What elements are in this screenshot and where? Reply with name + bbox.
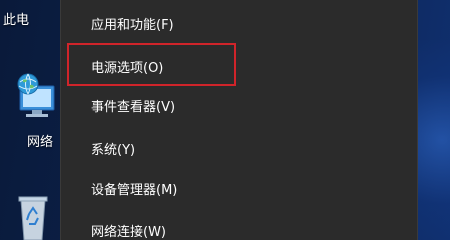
power-options-highlight-box — [67, 43, 236, 86]
desktop-icon-network-label[interactable]: 网络 — [27, 131, 53, 150]
menu-item-device-manager[interactable]: 设备管理器(M) — [91, 182, 177, 200]
network-icon[interactable] — [14, 72, 58, 122]
quick-link-menu: 应用和功能(F) 电源选项(O) 事件查看器(V) 系统(Y) 设备管理器(M)… — [60, 0, 418, 240]
desktop-icon-this-pc-label[interactable]: 此电 — [3, 9, 29, 28]
menu-item-network-connections[interactable]: 网络连接(W) — [91, 224, 166, 240]
recycle-bin-icon[interactable] — [16, 192, 50, 240]
menu-item-system[interactable]: 系统(Y) — [91, 142, 135, 160]
menu-item-event-viewer[interactable]: 事件查看器(V) — [91, 99, 175, 117]
menu-item-apps-and-features[interactable]: 应用和功能(F) — [91, 17, 174, 35]
